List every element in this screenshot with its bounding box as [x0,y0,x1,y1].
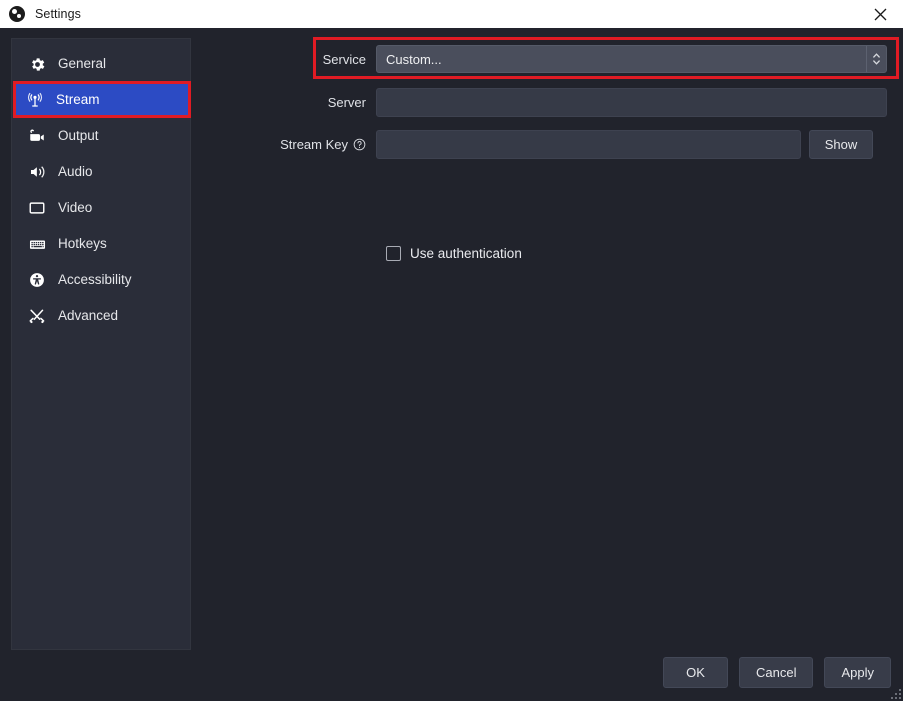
title-bar: Settings [0,0,903,28]
sidebar-item-accessibility[interactable]: Accessibility [16,262,186,298]
accessibility-icon [27,270,47,290]
updown-chevrons-icon[interactable] [866,46,886,72]
sidebar-item-stream[interactable]: Stream [14,82,188,118]
stream-key-label: Stream Key [200,137,376,152]
keyboard-icon [27,234,47,254]
service-dropdown-value: Custom... [386,51,442,67]
use-authentication-checkbox[interactable] [386,246,401,261]
question-help-icon[interactable] [353,138,366,151]
sidebar-item-label: Advanced [58,308,119,324]
sidebar-item-label: Output [58,128,99,144]
settings-sidebar: General Stream Output Audio Video Hotkey… [11,38,191,650]
settings-window: Settings General Stream Output Audio Vid… [0,0,903,701]
stream-key-row: Stream Key Show [200,130,873,159]
gear-icon [27,54,47,74]
service-dropdown[interactable]: Custom... [376,45,887,73]
apply-button[interactable]: Apply [824,657,891,688]
speaker-icon [27,162,47,182]
ok-button[interactable]: OK [663,657,728,688]
sidebar-item-general[interactable]: General [16,46,186,82]
sidebar-item-label: Accessibility [58,272,132,288]
server-input[interactable] [376,88,887,117]
broadcast-icon [25,90,45,110]
monitor-icon [27,198,47,218]
server-row: Server [200,88,887,117]
output-camera-icon [27,126,47,146]
tools-icon [27,306,47,326]
sidebar-item-video[interactable]: Video [16,190,186,226]
sidebar-item-label: General [58,56,107,72]
sidebar-item-label: Hotkeys [58,236,107,252]
window-title: Settings [35,7,81,21]
sidebar-item-audio[interactable]: Audio [16,154,186,190]
stream-key-label-text: Stream Key [280,137,348,152]
service-row: Service Custom... [200,45,887,73]
show-stream-key-button[interactable]: Show [809,130,873,159]
obs-logo-icon [9,6,25,22]
resize-grip[interactable] [887,685,901,699]
sidebar-item-label: Stream [56,92,100,108]
server-label: Server [327,95,366,110]
sidebar-item-label: Audio [58,164,93,180]
stream-key-input[interactable] [376,130,801,159]
cancel-button[interactable]: Cancel [739,657,814,688]
sidebar-item-advanced[interactable]: Advanced [16,298,186,334]
service-label: Service [322,51,366,67]
stream-settings-panel: Service Custom... Server Stream Key Show… [200,38,900,638]
close-icon[interactable] [857,0,903,28]
dialog-footer: OK Cancel Apply [663,657,891,688]
sidebar-item-hotkeys[interactable]: Hotkeys [16,226,186,262]
sidebar-item-label: Video [58,200,93,216]
sidebar-item-output[interactable]: Output [16,118,186,154]
use-authentication-row[interactable]: Use authentication [386,246,522,261]
use-authentication-label: Use authentication [410,246,522,261]
